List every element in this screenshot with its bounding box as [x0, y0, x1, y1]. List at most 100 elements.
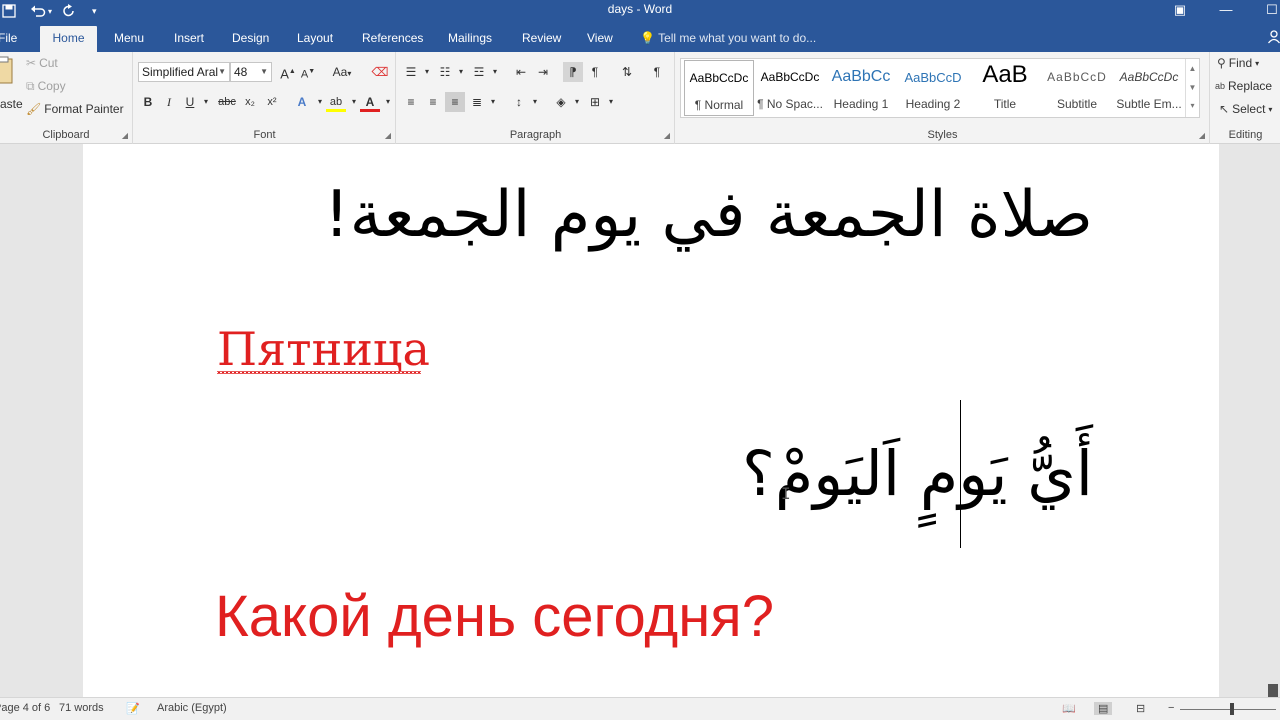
print-layout-icon[interactable]: ▤	[1094, 702, 1113, 715]
bullets-dropdown-icon[interactable]: ▾	[417, 62, 437, 82]
arabic-heading[interactable]: صلاة الجمعة في يوم الجمعة!	[243, 172, 1093, 258]
gallery-more-icon[interactable]: ▾	[1186, 97, 1199, 115]
document-area[interactable]: صلاة الجمعة في يوم الجمعة! Пятница أَيُّ…	[0, 144, 1280, 697]
select-button[interactable]: ↖ Select ▾	[1219, 102, 1272, 116]
left-to-right-icon[interactable]: ⁋	[563, 62, 583, 82]
tab-mailings[interactable]: Mailings	[440, 26, 500, 52]
ribbon-display-options-icon[interactable]: ▣	[1160, 0, 1200, 22]
numbering-dropdown-icon[interactable]: ▾	[451, 62, 471, 82]
style-heading-2[interactable]: AaBbCcD Heading 2	[898, 60, 968, 116]
clipboard-group: Paste ✂ Cut ⧉ Copy 🖌 Format Painter Clip…	[0, 52, 133, 144]
font-color-button[interactable]: A	[360, 92, 380, 112]
text-effects-button[interactable]: A	[292, 92, 312, 112]
style-no-spacing[interactable]: AaBbCcDc ¶ No Spac...	[755, 60, 825, 116]
tab-view[interactable]: View	[579, 26, 621, 52]
tell-me-box[interactable]: 💡 Tell me what you want to do...	[640, 26, 816, 52]
chevron-up-icon[interactable]: ▲	[1186, 59, 1199, 78]
copy-icon: ⧉	[26, 79, 35, 93]
align-left-icon[interactable]: ≡	[401, 92, 421, 112]
borders-dropdown-icon[interactable]: ▾	[601, 92, 621, 112]
tab-layout[interactable]: Layout	[289, 26, 341, 52]
grow-font-button[interactable]: A▲	[278, 62, 298, 82]
russian-question[interactable]: Какой день сегодня?	[215, 584, 774, 650]
proofing-icon[interactable]: 📝	[126, 702, 140, 715]
font-group: Simplified Aral ▼ 48 ▼ A▲ A▼ Aa▾ ⌫ B I U…	[134, 52, 396, 144]
web-layout-icon[interactable]: ⊟	[1136, 702, 1145, 715]
styles-launcher-icon[interactable]: ◢	[1199, 131, 1205, 140]
font-color-dropdown-icon[interactable]: ▾	[378, 92, 398, 112]
bold-button[interactable]: B	[138, 92, 158, 112]
line-spacing-dropdown-icon[interactable]: ▾	[525, 92, 545, 112]
find-dropdown-icon: ▾	[1255, 58, 1260, 68]
tab-references[interactable]: References	[354, 26, 431, 52]
align-right-icon[interactable]: ≡	[445, 92, 465, 112]
font-launcher-icon[interactable]: ◢	[385, 131, 391, 140]
sort-icon[interactable]: ⇅	[617, 62, 637, 82]
highlight-button[interactable]: ab	[326, 92, 346, 112]
replace-button[interactable]: ab Replace	[1215, 79, 1272, 93]
paste-button[interactable]: Paste	[0, 56, 23, 116]
cut-button[interactable]: ✂ Cut	[26, 56, 58, 70]
find-button[interactable]: ⚲ Find ▾	[1217, 56, 1259, 70]
paragraph-group: ☰ ▾ ☷ ▾ ☲ ▾ ⇤ ⇥ ⁋ ¶ ⇅ ¶ ≡ ≡ ≡ ≣ ▾ ↕ ▾ ◈ …	[397, 52, 675, 144]
lightbulb-icon: 💡	[640, 31, 655, 45]
underline-dropdown-icon[interactable]: ▾	[196, 92, 216, 112]
style-subtle-emphasis[interactable]: AaBbCcDc Subtle Em...	[1114, 60, 1184, 116]
tab-design[interactable]: Design	[224, 26, 277, 52]
show-formatting-marks-icon[interactable]: ¶	[647, 62, 667, 82]
tab-menu[interactable]: Menu	[106, 26, 152, 52]
format-painter-button[interactable]: 🖌 Format Painter	[26, 102, 124, 116]
clear-formatting-icon[interactable]: ⌫	[370, 62, 390, 82]
multilevel-dropdown-icon[interactable]: ▾	[485, 62, 505, 82]
grow-font-label: A	[280, 66, 289, 82]
superscript-button[interactable]: x²	[262, 92, 282, 112]
maximize-button[interactable]: ☐	[1252, 0, 1280, 22]
tab-insert[interactable]: Insert	[166, 26, 212, 52]
document-page[interactable]: صلاة الجمعة في يوم الجمعة! Пятница أَيُّ…	[83, 144, 1219, 697]
account-icon[interactable]	[1267, 30, 1280, 44]
copy-button[interactable]: ⧉ Copy	[26, 79, 66, 93]
style-title[interactable]: AaB Title	[970, 60, 1040, 116]
chevron-down-icon[interactable]: ▼	[1186, 78, 1199, 97]
gallery-scroll[interactable]: ▲ ▼ ▾	[1185, 59, 1199, 117]
subscript-button[interactable]: x₂	[240, 92, 260, 112]
change-case-button[interactable]: Aa▾	[328, 62, 356, 82]
minimize-button[interactable]: —	[1206, 0, 1246, 22]
editing-group-label: Editing	[1228, 129, 1263, 141]
justify-dropdown-icon[interactable]: ▾	[483, 92, 503, 112]
zoom-slider[interactable]	[1180, 709, 1276, 710]
language-indicator[interactable]: Arabic (Egypt)	[157, 702, 227, 714]
strikethrough-button[interactable]: abc	[214, 92, 240, 112]
shading-dropdown-icon[interactable]: ▾	[567, 92, 587, 112]
font-size-combo[interactable]: 48 ▼	[230, 62, 272, 82]
zoom-out-icon[interactable]: −	[1168, 702, 1174, 714]
clipboard-launcher-icon[interactable]: ◢	[122, 131, 128, 140]
tab-home[interactable]: Home	[40, 26, 97, 52]
style-heading-1[interactable]: AaBbCc Heading 1	[826, 60, 896, 116]
tab-file[interactable]: File	[0, 26, 25, 52]
paragraph-launcher-icon[interactable]: ◢	[664, 131, 670, 140]
vertical-scrollbar[interactable]	[1266, 144, 1280, 712]
shrink-font-button[interactable]: A▼	[298, 62, 318, 82]
page-count[interactable]: Page 4 of 6	[0, 702, 50, 714]
style-subtitle[interactable]: AaBbCcD Subtitle	[1042, 60, 1112, 116]
word-count[interactable]: 71 words	[59, 702, 104, 714]
window-title: days - Word	[607, 2, 673, 16]
arabic-question[interactable]: أَيُّ يَومٍ اَليَومْ؟	[663, 419, 1093, 529]
russian-word-friday[interactable]: Пятница	[217, 321, 430, 377]
italic-button[interactable]: I	[159, 92, 179, 112]
replace-icon: ab	[1215, 81, 1226, 91]
right-to-left-icon[interactable]: ¶	[585, 62, 605, 82]
tab-review[interactable]: Review	[514, 26, 569, 52]
zoom-slider-thumb[interactable]	[1230, 703, 1234, 715]
style-normal[interactable]: AaBbCcDc ¶ Normal	[684, 60, 754, 116]
text-cursor	[960, 400, 961, 548]
read-mode-icon[interactable]: 📖	[1062, 702, 1076, 715]
font-name-combo[interactable]: Simplified Aral ▼	[138, 62, 230, 82]
decrease-indent-icon[interactable]: ⇤	[511, 62, 531, 82]
increase-indent-icon[interactable]: ⇥	[533, 62, 553, 82]
style-name: Subtitle	[1056, 97, 1098, 111]
font-name-value: Simplified Aral	[142, 65, 219, 79]
format-painter-label: Format Painter	[44, 102, 124, 116]
align-center-icon[interactable]: ≡	[423, 92, 443, 112]
